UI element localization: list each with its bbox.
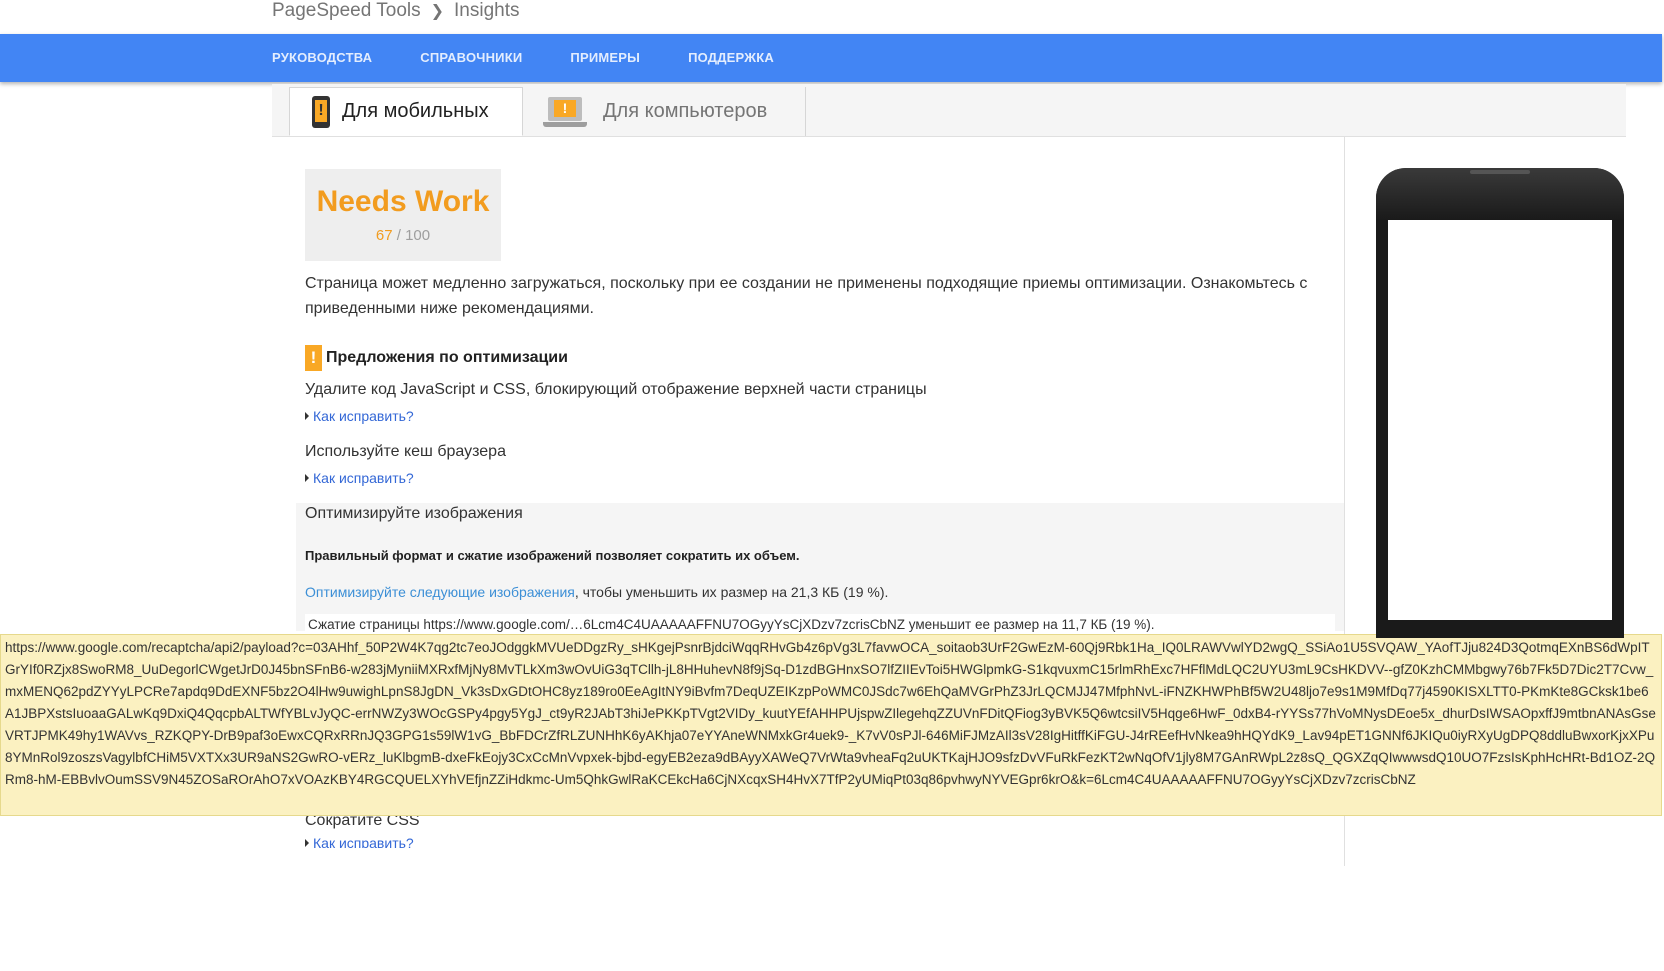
breadcrumb: PageSpeed Tools ❯ Insights	[272, 0, 520, 22]
summary-description: Страница может медленно загружаться, пос…	[305, 275, 1308, 317]
optimize-images-summary: Правильный формат и сжатие изображений п…	[305, 548, 800, 563]
rule-optimize-images: Оптимизируйте изображения	[305, 505, 523, 522]
nav-item-guides[interactable]: РУКОВОДСТВА	[272, 34, 396, 82]
nav-item-reference[interactable]: СПРАВОЧНИКИ	[420, 34, 546, 82]
score-value: 67 / 100	[375, 227, 431, 244]
top-nav: РУКОВОДСТВА СПРАВОЧНИКИ ПРИМЕРЫ ПОДДЕРЖК…	[0, 34, 1662, 82]
tab-mobile-label: Для мобильных	[342, 100, 489, 122]
how-to-fix-link[interactable]: Как исправить?	[305, 470, 414, 486]
url-tooltip: https://www.google.com/recaptcha/api2/pa…	[0, 634, 1662, 816]
mobile-preview-screen	[1388, 220, 1612, 620]
nav-item-support[interactable]: ПОДДЕРЖКА	[688, 34, 798, 82]
triangle-right-icon	[305, 839, 309, 847]
suggestions-heading: ! Предложения по оптимизации	[305, 345, 568, 371]
how-to-fix-link[interactable]: Как исправить?	[305, 838, 414, 848]
optimize-images-details: Оптимизируйте следующие изображения, что…	[305, 584, 889, 600]
mobile-warning-icon: !	[312, 95, 330, 128]
tab-desktop-label: Для компьютеров	[603, 100, 768, 122]
triangle-right-icon	[305, 474, 309, 482]
score-label: Needs Work	[316, 185, 490, 218]
how-to-fix-link[interactable]: Как исправить?	[305, 408, 414, 424]
device-tabs: ! Для мобильных ! Для компьютеров	[272, 84, 1626, 137]
breadcrumb-root[interactable]: PageSpeed Tools	[272, 0, 421, 22]
score-card: Needs Work 67 / 100	[305, 169, 501, 261]
nav-item-samples[interactable]: ПРИМЕРЫ	[570, 34, 664, 82]
desktop-warning-icon: !	[543, 96, 587, 127]
rule-browser-cache: Используйте кеш браузера	[305, 443, 506, 460]
optimize-images-link[interactable]: Оптимизируйте следующие изображения	[305, 584, 575, 600]
mobile-preview	[1376, 168, 1624, 638]
triangle-right-icon	[305, 412, 309, 420]
rule-render-blocking: Удалите код JavaScript и CSS, блокирующи…	[305, 381, 927, 398]
chevron-right-icon: ❯	[430, 3, 445, 20]
compress-resource-line: Сжатие страницы https://www.google.com/……	[305, 614, 1335, 636]
tab-desktop[interactable]: ! Для компьютеров	[523, 87, 806, 136]
warning-icon: !	[305, 345, 322, 371]
breadcrumb-current[interactable]: Insights	[454, 0, 519, 22]
tab-mobile[interactable]: ! Для мобильных	[289, 87, 523, 136]
